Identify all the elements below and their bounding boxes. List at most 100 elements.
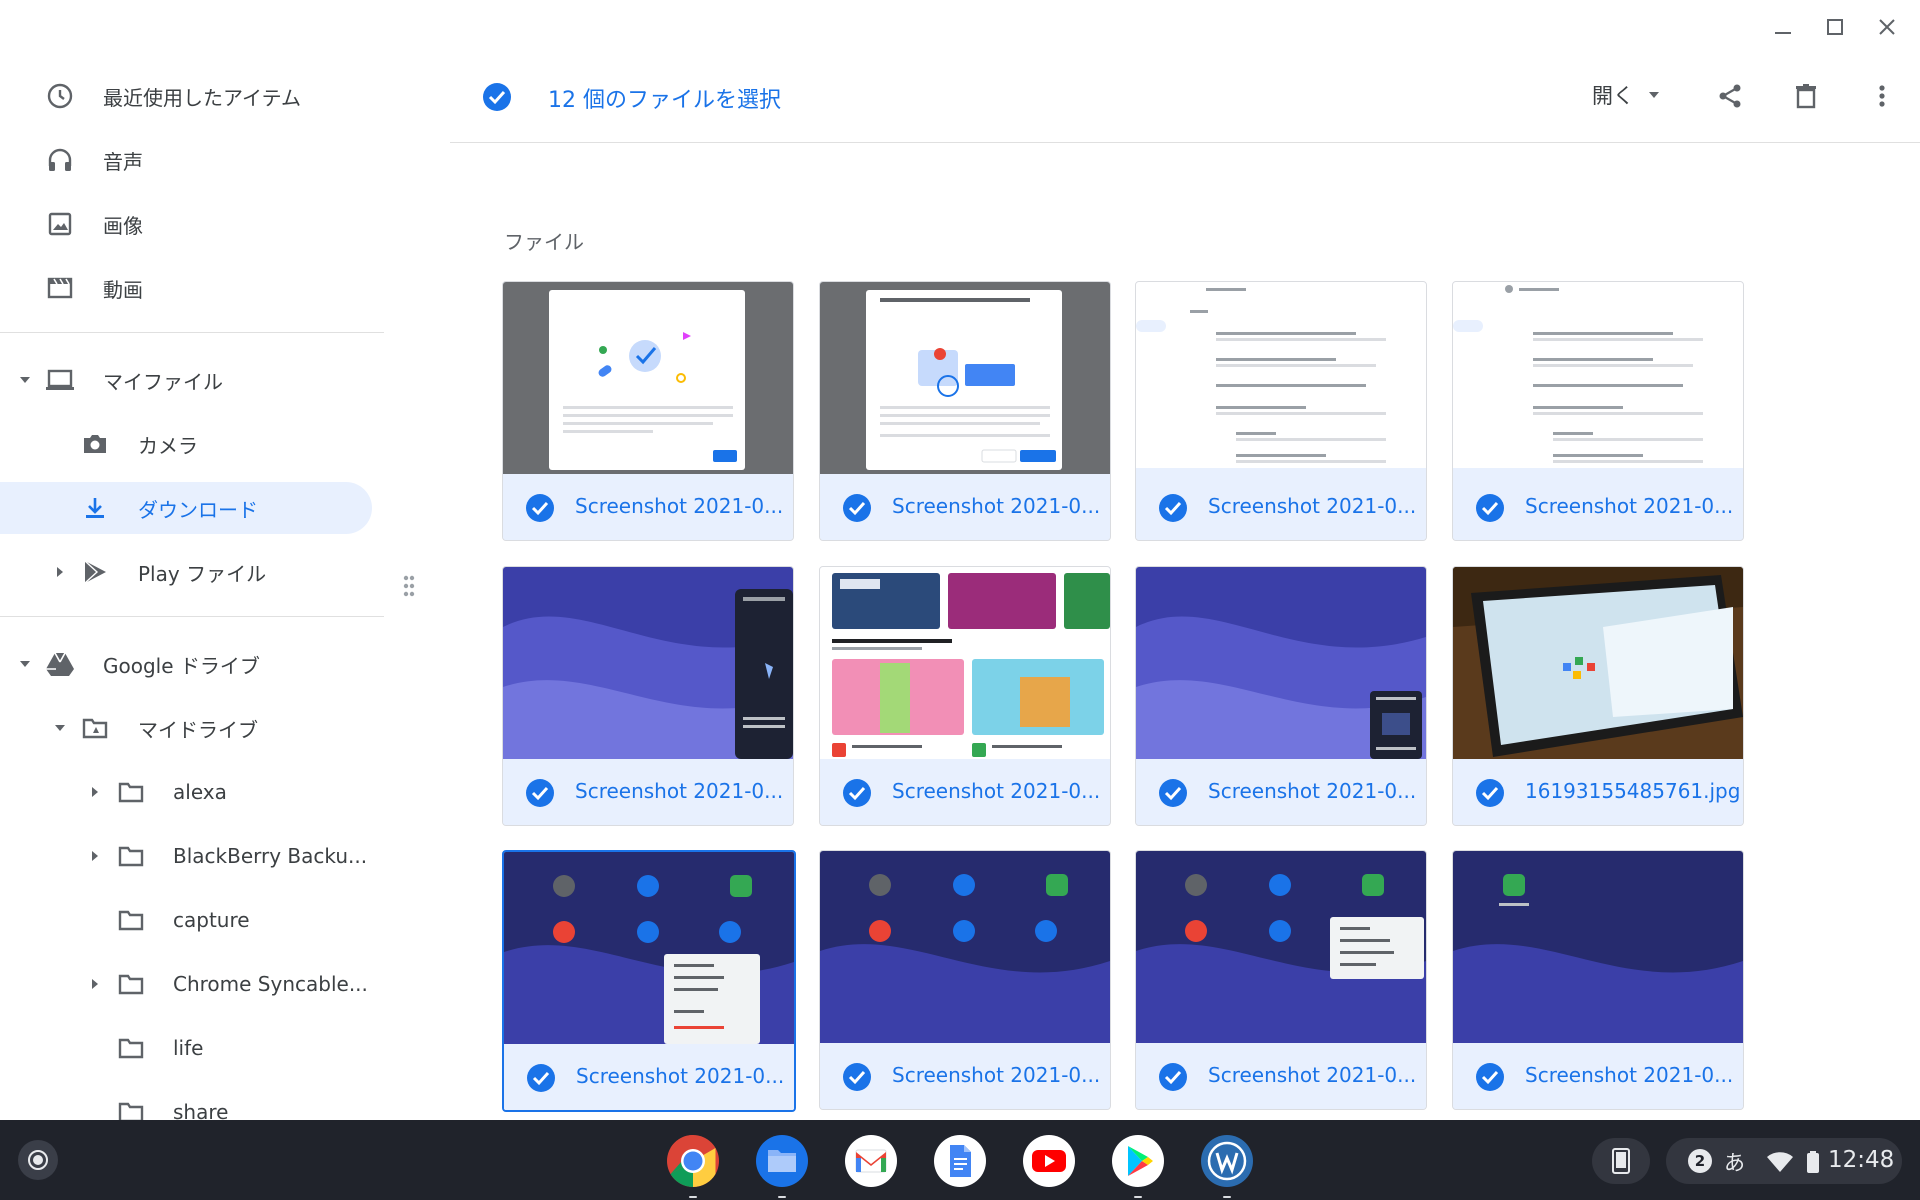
minimize-button[interactable] [1768, 12, 1798, 42]
caret-right-icon[interactable] [88, 849, 102, 863]
caret-right-icon[interactable] [88, 977, 102, 991]
file-card[interactable]: Screenshot 2021-0... [819, 281, 1111, 541]
clock-icon [45, 81, 75, 111]
file-name: Screenshot 2021-0... [576, 1064, 785, 1088]
close-button[interactable] [1872, 12, 1902, 42]
caret-down-icon[interactable] [18, 373, 32, 387]
youtube-icon [1023, 1135, 1075, 1187]
select-all-checkbox[interactable] [482, 82, 512, 116]
more-options-button[interactable] [1862, 76, 1902, 116]
file-checkbox[interactable] [525, 493, 555, 527]
file-name: Screenshot 2021-0... [1525, 1063, 1734, 1087]
file-checkbox[interactable] [1158, 778, 1188, 812]
caret-right-icon[interactable] [53, 565, 67, 579]
folder-icon [116, 969, 146, 999]
file-checkbox[interactable] [842, 1062, 872, 1096]
sidebar-item-images[interactable]: 画像 [0, 198, 384, 250]
file-card[interactable]: Screenshot 2021-0... [1135, 281, 1427, 541]
file-checkbox[interactable] [1475, 493, 1505, 527]
sidebar-item-camera[interactable]: カメラ [0, 418, 384, 470]
shelf: 2 あ 12:48 [0, 1120, 1920, 1200]
file-card-footer: Screenshot 2021-0... [1453, 474, 1743, 540]
docs-app[interactable] [931, 1132, 989, 1190]
sidebar-item-label: 動画 [103, 277, 143, 302]
files-app[interactable] [753, 1132, 811, 1198]
file-thumbnail [1136, 851, 1426, 1043]
youtube-app[interactable] [1020, 1132, 1078, 1190]
running-indicator [778, 1196, 786, 1198]
file-checkbox[interactable] [1475, 1062, 1505, 1096]
folder-icon [116, 777, 146, 807]
file-card[interactable]: Screenshot 2021-0... [1452, 281, 1744, 541]
phone-hub-button[interactable] [1592, 1138, 1650, 1184]
files-app-window: 最近使用したアイテム 音声 画像 動画 マイファイル カメラ ダウンロード Pl… [0, 0, 1920, 1124]
sidebar-item-recent[interactable]: 最近使用したアイテム [0, 70, 384, 122]
sidebar-folder-blackberry-backup[interactable]: BlackBerry Backu... [0, 830, 384, 882]
file-name: Screenshot 2021-0... [575, 494, 784, 518]
file-thumbnail [504, 852, 794, 1044]
caret-right-icon[interactable] [88, 785, 102, 799]
file-card[interactable]: Screenshot 2021-0... [1452, 850, 1744, 1110]
file-grid: Screenshot 2021-0... Screenshot 2021-0..… [502, 281, 1746, 1112]
sidebar-item-label: alexa [173, 780, 227, 804]
sidebar-resize-handle[interactable] [402, 574, 416, 598]
phone-icon [1612, 1148, 1630, 1174]
file-card[interactable]: Screenshot 2021-0... [502, 566, 794, 826]
file-thumbnail [503, 567, 793, 759]
sidebar-item-label: 画像 [103, 213, 143, 238]
file-card[interactable]: 16193155485761.jpg [1452, 566, 1744, 826]
file-card[interactable]: Screenshot 2021-0... [502, 281, 794, 541]
file-card-footer: Screenshot 2021-0... [820, 759, 1110, 825]
file-thumbnail [820, 567, 1110, 759]
file-checkbox[interactable] [842, 493, 872, 527]
movie-icon [45, 273, 75, 303]
file-checkbox[interactable] [842, 778, 872, 812]
file-checkbox[interactable] [1158, 1062, 1188, 1096]
sidebar-item-label: 最近使用したアイテム [103, 85, 301, 110]
check-circle-icon [843, 779, 871, 807]
file-name: Screenshot 2021-0... [1208, 1063, 1417, 1087]
sidebar-item-downloads[interactable]: ダウンロード [0, 482, 372, 534]
share-button[interactable] [1710, 76, 1750, 116]
sidebar-folder-life[interactable]: life [0, 1022, 384, 1074]
sidebar-item-google-drive[interactable]: Google ドライブ [0, 638, 384, 690]
open-button[interactable]: 開く [1592, 80, 1660, 110]
sidebar-folder-chrome-syncable[interactable]: Chrome Syncable... [0, 958, 384, 1010]
file-thumbnail [1453, 851, 1743, 1043]
status-tray[interactable]: 2 あ 12:48 [1666, 1138, 1902, 1184]
file-card-footer: Screenshot 2021-0... [820, 1043, 1110, 1109]
docs-icon [934, 1135, 986, 1187]
maximize-button[interactable] [1820, 12, 1850, 42]
gmail-app[interactable] [842, 1132, 900, 1190]
file-card[interactable]: Screenshot 2021-0... [819, 850, 1111, 1110]
pinned-apps [664, 1132, 1256, 1198]
file-card[interactable]: Screenshot 2021-0... [1135, 850, 1427, 1110]
file-checkbox[interactable] [526, 1063, 556, 1097]
file-checkbox[interactable] [1158, 493, 1188, 527]
sidebar-item-audio[interactable]: 音声 [0, 134, 384, 186]
sidebar-item-label: Play ファイル [138, 561, 267, 586]
delete-button[interactable] [1786, 76, 1826, 116]
file-checkbox[interactable] [1475, 778, 1505, 812]
sidebar-folder-alexa[interactable]: alexa [0, 766, 384, 818]
sidebar-item-play-files[interactable]: Play ファイル [0, 546, 384, 598]
chrome-app[interactable] [664, 1132, 722, 1198]
play-store-app[interactable] [1109, 1132, 1167, 1198]
file-card[interactable]: Screenshot 2021-0... [502, 850, 796, 1112]
selection-toolbar: 12 個のファイルを選択 開く [450, 70, 1920, 143]
sidebar-item-videos[interactable]: 動画 [0, 262, 384, 314]
file-checkbox[interactable] [525, 778, 555, 812]
running-indicator [689, 1196, 697, 1198]
launcher-button[interactable] [18, 1140, 58, 1180]
file-card[interactable]: Screenshot 2021-0... [1135, 566, 1427, 826]
caret-down-icon[interactable] [18, 657, 32, 671]
caret-down-icon[interactable] [53, 721, 67, 735]
sidebar-item-my-files[interactable]: マイファイル [0, 354, 384, 406]
launcher-icon [28, 1150, 48, 1170]
share-icon [1719, 84, 1741, 108]
running-indicator [1134, 1196, 1142, 1198]
sidebar-folder-capture[interactable]: capture [0, 894, 384, 946]
file-card[interactable]: Screenshot 2021-0... [819, 566, 1111, 826]
sidebar-item-my-drive[interactable]: マイドライブ [0, 702, 384, 754]
wordpress-app[interactable] [1198, 1132, 1256, 1198]
